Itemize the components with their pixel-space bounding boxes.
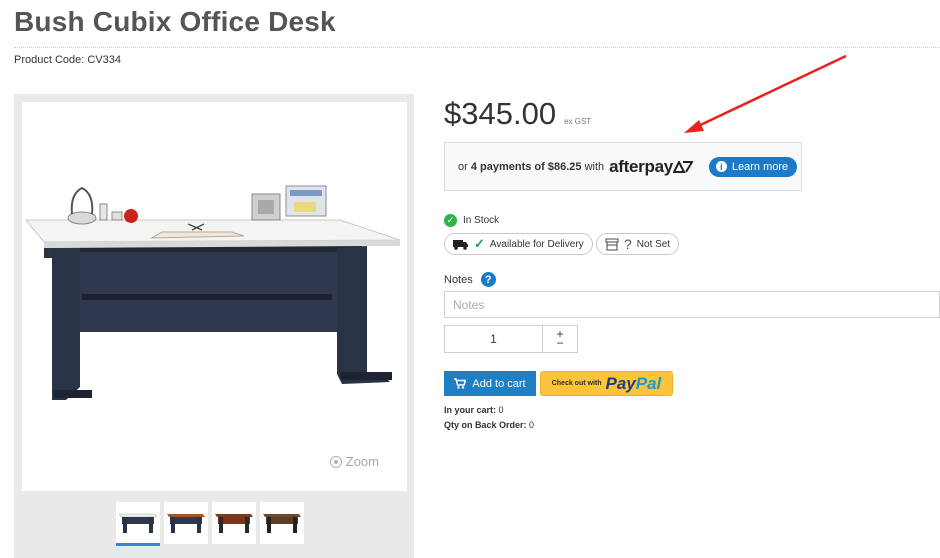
- notes-label: Notes ?: [444, 272, 496, 287]
- product-gallery: Zoom: [14, 94, 414, 558]
- paypal-logo: PayPal: [606, 374, 662, 394]
- product-code: Product Code: CV334: [14, 54, 121, 66]
- quantity-step-buttons: + −: [543, 326, 577, 352]
- notes-help-icon[interactable]: ?: [480, 272, 496, 287]
- in-cart-label: In your cart:: [444, 405, 497, 415]
- pickup-unknown-icon: ?: [624, 236, 632, 252]
- afterpay-box: or 4 payments of $86.25 with afterpay i …: [444, 142, 802, 191]
- stock-status-label: In Stock: [463, 215, 500, 226]
- info-icon: i: [715, 161, 727, 172]
- zoom-icon: [329, 455, 342, 468]
- in-cart-value: 0: [498, 405, 504, 415]
- paypal-prefix: Check out with: [551, 380, 602, 387]
- thumbnail-slate[interactable]: [116, 502, 160, 546]
- afterpay-arrows-icon: [672, 160, 693, 173]
- price: $345.00: [444, 96, 557, 131]
- afterpay-brand: afterpay: [609, 156, 673, 176]
- notes-label-text: Notes: [444, 273, 473, 286]
- backorder-value: 0: [529, 420, 535, 430]
- afterpay-text: or 4 payments of $86.25 with: [458, 161, 604, 173]
- afterpay-with: with: [584, 160, 605, 173]
- pickup-status-label: Not Set: [636, 238, 671, 250]
- main-product-image[interactable]: Zoom: [22, 102, 407, 491]
- stock-status: ✓ In Stock: [444, 214, 499, 227]
- in-stock-check-icon: ✓: [444, 214, 457, 227]
- afterpay-logo: afterpay: [609, 157, 693, 177]
- thumbnail-walnut[interactable]: [260, 502, 304, 544]
- notes-input[interactable]: [444, 291, 940, 318]
- product-code-label: Product Code:: [14, 54, 85, 66]
- delivery-option[interactable]: ✓ Available for Delivery: [444, 233, 593, 255]
- in-cart-row: In your cart: 0: [444, 403, 534, 418]
- cart-info: In your cart: 0 Qty on Back Order: 0: [444, 403, 534, 433]
- delivery-label: Available for Delivery: [489, 238, 584, 250]
- cart-icon: [454, 378, 467, 389]
- quantity-decrement-button[interactable]: −: [556, 337, 563, 349]
- thumbnail-cherry-slate[interactable]: [164, 502, 208, 544]
- add-to-cart-label: Add to cart: [472, 377, 526, 390]
- add-to-cart-button[interactable]: Add to cart: [444, 371, 536, 396]
- backorder-row: Qty on Back Order: 0: [444, 418, 534, 433]
- thumbnail-strip: [116, 502, 304, 546]
- price-tax-suffix: ex GST: [564, 117, 592, 126]
- afterpay-payments: 4 payments of $86.25: [470, 160, 582, 173]
- quantity-stepper: 1 + −: [444, 325, 578, 353]
- quantity-value[interactable]: 1: [445, 326, 543, 352]
- zoom-label: Zoom: [345, 454, 379, 469]
- paypal-logo-pay: Pay: [605, 373, 636, 393]
- store-icon: [605, 238, 619, 250]
- desk-illustration: [24, 185, 401, 400]
- delivery-check-icon: ✓: [474, 236, 485, 251]
- backorder-label: Qty on Back Order:: [444, 420, 527, 430]
- product-title: Bush Cubix Office Desk: [14, 6, 336, 37]
- zoom-control[interactable]: Zoom: [329, 454, 379, 469]
- learn-more-label: Learn more: [731, 160, 789, 173]
- paypal-checkout-button[interactable]: Check out with PayPal: [540, 371, 673, 396]
- learn-more-button[interactable]: i Learn more: [708, 156, 798, 177]
- title-divider: [14, 47, 940, 48]
- thumbnail-cherry[interactable]: [212, 502, 256, 544]
- product-code-value: CV334: [87, 54, 122, 66]
- paypal-logo-pal: Pal: [635, 373, 662, 393]
- price-row: $345.00 ex GST: [444, 96, 591, 132]
- pickup-option[interactable]: ? Not Set: [596, 233, 680, 255]
- afterpay-prefix: or: [458, 160, 468, 173]
- truck-icon: [453, 239, 468, 250]
